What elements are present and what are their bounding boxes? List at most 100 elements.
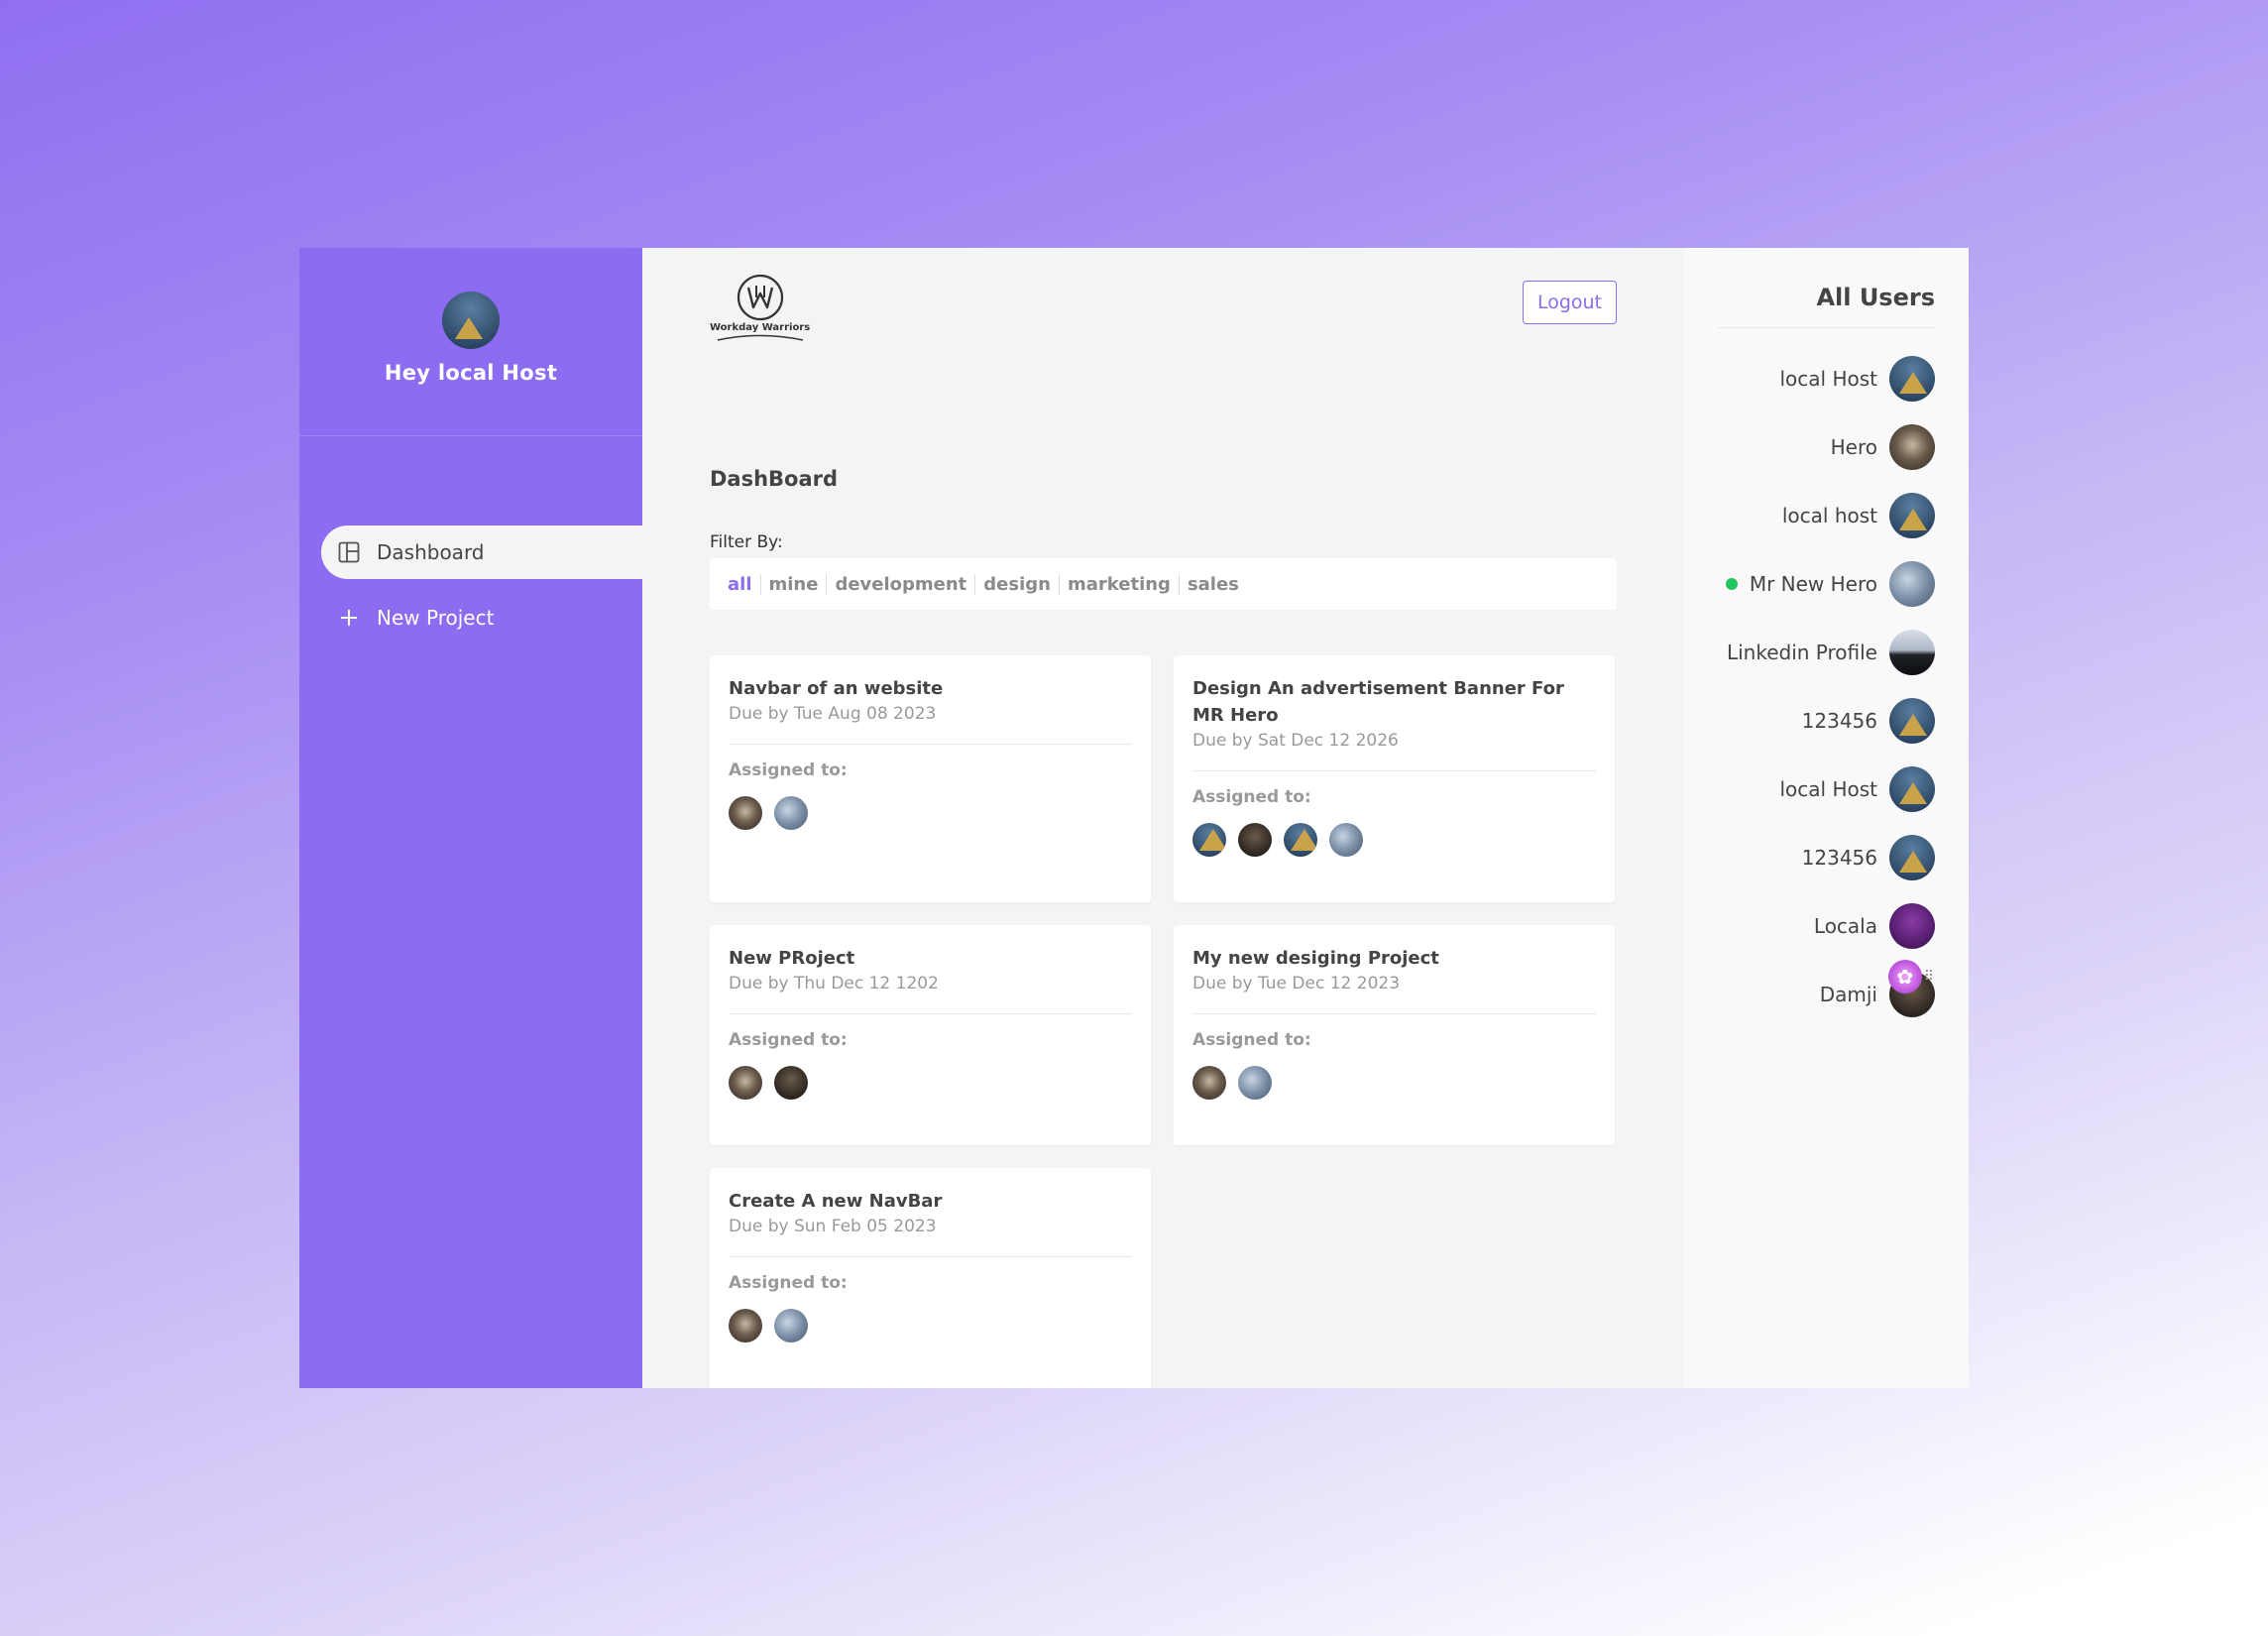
assignee-avatar <box>1329 823 1363 857</box>
filter-label: Filter By: <box>710 532 783 552</box>
nav-label-dashboard: Dashboard <box>377 540 485 564</box>
top-bar: Workday Warriors Logout <box>710 248 1617 357</box>
user-name: local Host <box>1779 777 1878 801</box>
assignee-avatar <box>1192 1066 1226 1100</box>
app-window: Hey local Host Dashboard New Project Wor… <box>299 248 1969 1388</box>
user-row[interactable]: local Host <box>1718 766 1935 812</box>
user-row[interactable]: Linkedin Profile <box>1718 630 1935 675</box>
user-avatar <box>1889 493 1935 538</box>
user-row[interactable]: Mr New Hero <box>1718 561 1935 607</box>
assignee-avatar <box>729 1066 762 1100</box>
filter-marketing[interactable]: marketing <box>1058 573 1179 595</box>
nav-item-new-project[interactable]: New Project <box>321 591 642 644</box>
sidebar-user-section: Hey local Host <box>299 248 642 436</box>
filter-sales[interactable]: sales <box>1178 573 1247 595</box>
project-grid: Navbar of an website Due by Tue Aug 08 2… <box>710 655 1617 1388</box>
logo-text: Workday Warriors <box>710 322 811 333</box>
user-avatar <box>1889 630 1935 675</box>
project-card[interactable]: Design An advertisement Banner For MR He… <box>1174 655 1615 902</box>
assignee-avatar <box>1238 823 1272 857</box>
user-avatar <box>1889 903 1935 949</box>
project-due-date: Due by Sun Feb 05 2023 <box>729 1217 937 1236</box>
card-divider <box>1192 770 1596 771</box>
dashboard-icon <box>337 540 361 564</box>
user-row[interactable]: Hero <box>1718 424 1935 470</box>
user-row[interactable]: 123456 <box>1718 835 1935 880</box>
user-avatar[interactable] <box>442 292 500 349</box>
users-panel: All Users local Host Hero local host Mr … <box>1684 248 1969 1388</box>
card-divider <box>729 744 1132 745</box>
plus-icon <box>337 606 361 630</box>
user-row[interactable]: 123456 <box>1718 698 1935 744</box>
sidebar-nav: Dashboard New Project <box>299 526 642 644</box>
user-name: local Host <box>1779 367 1878 391</box>
project-card[interactable]: New PRoject Due by Thu Dec 12 1202 Assig… <box>710 925 1151 1145</box>
flower-icon[interactable]: ✿ <box>1887 960 1922 993</box>
user-row[interactable]: local Host <box>1718 356 1935 402</box>
project-title: Create A new NavBar <box>729 1191 943 1212</box>
user-avatar <box>1889 835 1935 880</box>
user-avatar <box>1889 698 1935 744</box>
assigned-label: Assigned to: <box>1192 1030 1311 1050</box>
assignee-avatar <box>774 796 808 830</box>
user-name: Hero <box>1830 435 1877 459</box>
project-card[interactable]: Create A new NavBar Due by Sun Feb 05 20… <box>710 1168 1151 1388</box>
user-name: Damji <box>1819 983 1877 1006</box>
drag-handle-icon[interactable]: ⠿ <box>1924 970 1934 984</box>
greeting-text: Hey local Host <box>384 361 558 385</box>
project-card[interactable]: My new desiging Project Due by Tue Dec 1… <box>1174 925 1615 1145</box>
project-due-date: Due by Thu Dec 12 1202 <box>729 974 939 993</box>
assignee-avatar <box>774 1066 808 1100</box>
nav-item-dashboard[interactable]: Dashboard <box>321 526 642 579</box>
project-title: Navbar of an website <box>729 678 944 699</box>
project-due-date: Due by Tue Dec 12 2023 <box>1192 974 1401 993</box>
brand-logo[interactable]: Workday Warriors <box>710 274 810 341</box>
user-row[interactable]: Locala <box>1718 903 1935 949</box>
user-name: Linkedin Profile <box>1726 641 1877 664</box>
assigned-label: Assigned to: <box>729 1030 848 1050</box>
filter-bar: all mine development design marketing sa… <box>710 558 1617 610</box>
assignee-avatar <box>774 1309 808 1343</box>
user-name: Locala <box>1813 914 1877 938</box>
user-avatar <box>1889 424 1935 470</box>
project-due-date: Due by Sat Dec 12 2026 <box>1192 731 1399 751</box>
card-divider <box>729 1013 1132 1014</box>
logout-button[interactable]: Logout <box>1522 281 1617 324</box>
assignee-list <box>1192 1066 1596 1100</box>
user-row[interactable]: local host <box>1718 493 1935 538</box>
filter-all[interactable]: all <box>724 574 760 595</box>
online-status-dot <box>1725 578 1738 590</box>
filter-development[interactable]: development <box>826 573 974 595</box>
card-divider <box>729 1256 1132 1257</box>
assignee-avatar <box>1284 823 1317 857</box>
users-heading: All Users <box>1718 284 1935 328</box>
user-name: 123456 <box>1801 846 1877 870</box>
floating-widget[interactable]: ✿ ⠿ <box>1887 960 1934 993</box>
assignee-list <box>729 1309 1132 1343</box>
main-content: Workday Warriors Logout DashBoard Filter… <box>642 248 1684 1388</box>
user-avatar <box>1889 561 1935 607</box>
project-title: Design An advertisement Banner For MR He… <box>1192 678 1564 726</box>
user-avatar <box>1889 356 1935 402</box>
filter-design[interactable]: design <box>974 573 1059 595</box>
project-card[interactable]: Navbar of an website Due by Tue Aug 08 2… <box>710 655 1151 902</box>
logo-emblem-icon <box>737 274 783 321</box>
assigned-label: Assigned to: <box>729 1273 848 1293</box>
project-title: New PRoject <box>729 948 855 969</box>
sidebar: Hey local Host Dashboard New Project <box>299 248 642 1388</box>
project-due-date: Due by Tue Aug 08 2023 <box>729 704 937 724</box>
project-title: My new desiging Project <box>1192 948 1439 969</box>
assignee-list <box>729 796 1132 830</box>
assignee-avatar <box>729 1309 762 1343</box>
user-name: local host <box>1781 504 1877 527</box>
nav-label-new-project: New Project <box>377 606 495 630</box>
user-avatar <box>1889 766 1935 812</box>
assignee-list <box>729 1066 1132 1100</box>
assignee-list <box>1192 823 1596 857</box>
assigned-label: Assigned to: <box>729 760 848 780</box>
filter-mine[interactable]: mine <box>759 573 827 595</box>
card-divider <box>1192 1013 1596 1014</box>
logo-swoosh-icon <box>717 334 803 341</box>
assignee-avatar <box>729 796 762 830</box>
assignee-avatar <box>1238 1066 1272 1100</box>
